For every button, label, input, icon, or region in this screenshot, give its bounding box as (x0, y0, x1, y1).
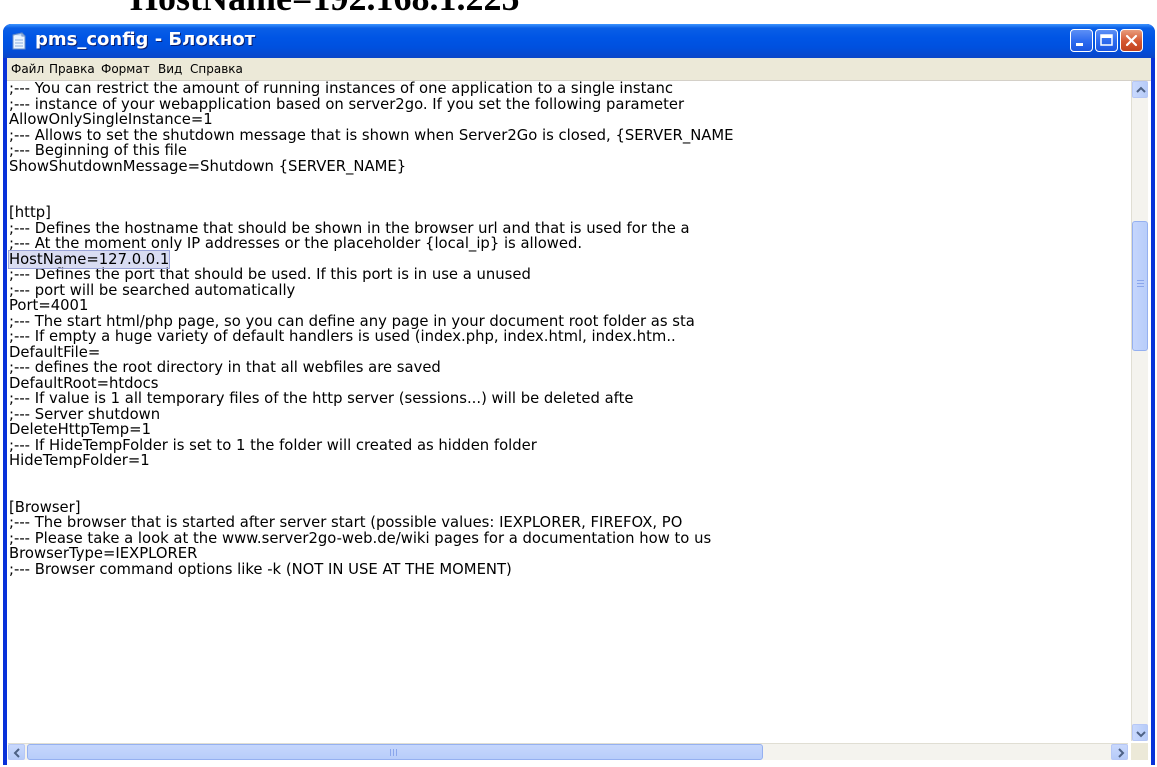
text-line[interactable]: BrowserType=IEXPLORER (8, 546, 1128, 562)
menu-bar: Файл Правка Формат Вид Справка (7, 58, 1151, 81)
minimize-button[interactable] (1070, 29, 1093, 52)
vertical-scroll-thumb[interactable] (1132, 221, 1148, 351)
text-line[interactable] (8, 190, 1128, 206)
text-line[interactable] (8, 174, 1128, 190)
text-line[interactable]: DeleteHttpTemp=1 (8, 422, 1128, 438)
text-line[interactable]: ;--- Please take a look at the www.serve… (8, 530, 1128, 547)
text-line[interactable]: [Browser] (8, 499, 1128, 516)
menu-format[interactable]: Формат (101, 62, 150, 76)
menu-edit[interactable]: Правка (49, 62, 95, 76)
horizontal-scroll-thumb[interactable] (27, 744, 763, 760)
text-line[interactable]: DefaultRoot=htdocs (8, 375, 1128, 392)
selected-text[interactable]: HostName=127.0.0.1 (8, 249, 171, 269)
text-editor[interactable]: ;--- You can restrict the amount of runn… (8, 81, 1128, 741)
text-line[interactable]: [http] (8, 205, 1128, 221)
text-line[interactable]: Port=4001 (8, 298, 1128, 314)
scroll-down-button[interactable] (1132, 724, 1148, 741)
text-line[interactable]: ;--- If value is 1 all temporary files o… (8, 391, 1128, 407)
text-line[interactable]: DefaultFile= (8, 344, 1128, 361)
text-line[interactable]: ;--- Browser command options like -k (NO… (8, 561, 1128, 578)
notepad-window: pms_config - Блокнот Файл Правка Формат … (3, 24, 1155, 765)
arrow-up-icon (1136, 86, 1146, 93)
minimize-icon (1076, 43, 1083, 46)
title-bar[interactable]: pms_config - Блокнот (3, 24, 1155, 58)
text-line[interactable]: ;--- Beginning of this file (8, 143, 1128, 159)
notepad-icon (11, 32, 27, 50)
text-line[interactable]: ShowShutdownMessage=Shutdown {SERVER_NAM… (8, 158, 1128, 175)
arrow-down-icon (1136, 731, 1146, 738)
text-line[interactable]: ;--- At the moment only IP addresses or … (8, 236, 1128, 252)
resize-grip[interactable] (1131, 743, 1148, 760)
maximize-icon (1100, 34, 1113, 46)
text-line[interactable]: HideTempFolder=1 (8, 453, 1128, 469)
horizontal-scrollbar[interactable] (8, 743, 1128, 760)
scroll-up-button[interactable] (1132, 81, 1148, 98)
scroll-left-button[interactable] (8, 744, 25, 760)
arrow-right-icon (1118, 748, 1125, 758)
document-heading: HostName=192.168.1.225 (130, 0, 519, 18)
text-line[interactable]: ;--- You can restrict the amount of runn… (8, 81, 1128, 97)
text-line[interactable] (8, 469, 1128, 485)
text-line[interactable]: ;--- Defines the hostname that should be… (8, 220, 1128, 237)
close-button[interactable] (1120, 29, 1143, 52)
text-line[interactable]: ;--- port will be searched automatically (8, 282, 1128, 299)
menu-view[interactable]: Вид (158, 62, 182, 76)
close-icon (1125, 34, 1138, 47)
text-line[interactable] (8, 484, 1128, 500)
window-client-area: Файл Правка Формат Вид Справка ;--- You … (7, 58, 1151, 765)
text-line[interactable]: ;--- If empty a huge variety of default … (8, 329, 1128, 345)
grip-icon (390, 749, 399, 756)
text-line[interactable]: ;--- instance of your webapplication bas… (8, 96, 1128, 113)
text-line[interactable]: ;--- Defines the port that should be use… (8, 267, 1128, 283)
text-line[interactable]: ;--- The browser that is started after s… (8, 515, 1128, 531)
text-line[interactable]: ;--- Allows to set the shutdown message … (8, 127, 1128, 144)
text-line[interactable]: ;--- If HideTempFolder is set to 1 the f… (8, 437, 1128, 454)
grip-icon (1137, 280, 1144, 288)
text-line[interactable]: ;--- defines the root directory in that … (8, 360, 1128, 376)
window-title: pms_config - Блокнот (35, 29, 256, 50)
text-line[interactable]: ;--- Server shutdown (8, 406, 1128, 423)
maximize-button[interactable] (1095, 29, 1118, 52)
text-line[interactable]: AllowOnlySingleInstance=1 (8, 112, 1128, 128)
text-line[interactable]: HostName=127.0.0.1 (8, 249, 1128, 269)
vertical-scrollbar[interactable] (1131, 81, 1148, 741)
text-line[interactable]: ;--- The start html/php page, so you can… (8, 313, 1128, 330)
arrow-left-icon (13, 748, 20, 758)
scroll-right-button[interactable] (1111, 744, 1128, 760)
menu-file[interactable]: Файл (11, 62, 44, 76)
menu-help[interactable]: Справка (190, 62, 243, 76)
